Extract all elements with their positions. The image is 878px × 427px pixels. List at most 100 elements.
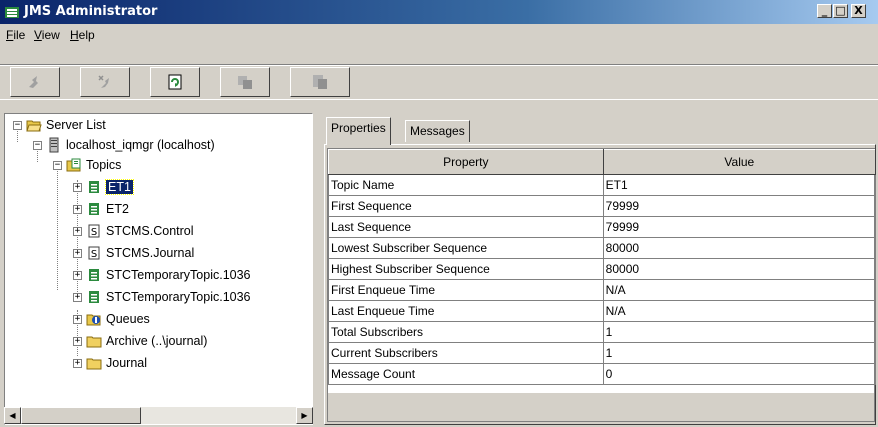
app-icon [5,7,19,18]
tree-node-journal[interactable]: + Journal [73,354,147,372]
tree-node-server[interactable]: − localhost_iqmgr (localhost) [33,136,215,154]
property-name-cell: Topic Name [328,174,604,196]
tree-label: ET2 [106,202,129,216]
server-icon [49,137,59,153]
title-bar: JMS Administrator _ □ X [0,0,878,24]
tree-node-topic-stcms-control[interactable]: + S STCMS.Control [73,222,194,240]
properties-table: Property Value Topic Name ET1 First Sequen… [327,148,877,422]
table-row[interactable]: Last Sequence 79999 [328,216,877,238]
table-row[interactable]: Lowest Subscriber Sequence 80000 [328,237,877,259]
table-header-row: Property Value [328,149,877,175]
tree-node-topics[interactable]: − Topics [53,156,121,174]
tree-node-topic-et2[interactable]: + ET2 [73,200,129,218]
expand-toggle[interactable]: + [73,182,82,192]
svg-text:S: S [91,227,97,238]
tree-node-server-list[interactable]: − Server List [13,116,106,134]
table-row[interactable]: First Enqueue Time N/A [328,279,877,301]
topic-icon [89,291,99,303]
expand-toggle[interactable]: + [73,336,82,346]
window-title: JMS Administrator [24,4,158,19]
tree-node-topic-et1[interactable]: + ET1 [73,178,134,196]
tree-label: Journal [106,356,147,370]
queues-folder-icon [86,314,101,326]
table-row[interactable]: Highest Subscriber Sequence 80000 [328,258,877,280]
connect-button[interactable] [10,67,60,97]
property-value-cell: ET1 [602,174,877,196]
property-value-cell: N/A [602,279,877,301]
expand-toggle[interactable]: + [73,314,82,324]
tab-properties[interactable]: Properties [326,117,391,145]
collapse-toggle[interactable]: − [33,140,42,150]
topic-icon [89,269,99,281]
collapse-toggle[interactable]: − [13,120,22,130]
menu-file[interactable]: File [6,28,25,42]
property-value-cell: 79999 [602,216,877,238]
table-row[interactable]: Last Enqueue Time N/A [328,300,877,322]
copy-button[interactable] [220,67,270,97]
connect-icon [29,76,38,88]
maximize-button[interactable]: □ [833,4,848,18]
tree-horizontal-scrollbar[interactable]: ◀ ▶ [4,407,313,424]
system-topic-icon: S [88,246,100,260]
copy-icon [238,76,252,89]
table-row[interactable]: Message Count 0 [328,363,877,385]
expand-toggle[interactable]: + [73,248,82,258]
tree-label: Queues [106,312,150,326]
property-name-cell: Lowest Subscriber Sequence [328,237,604,259]
table-row[interactable]: Total Subscribers 1 [328,321,877,343]
svg-text:S: S [91,249,97,260]
server-tree[interactable]: − Server List − localhost_iqmgr (localho… [4,113,313,425]
tree-node-archive[interactable]: + Archive (..\journal) [73,332,207,350]
tree-label: STCMS.Journal [106,246,195,260]
expand-toggle[interactable]: + [73,270,82,280]
tab-messages[interactable]: Messages [405,120,470,142]
property-name-cell: First Enqueue Time [328,279,604,301]
property-value-cell: 0 [602,363,877,385]
table-row[interactable]: First Sequence 79999 [328,195,877,217]
tree-label: STCTemporaryTopic.1036 [106,268,251,282]
expand-toggle[interactable]: + [73,292,82,302]
collapse-toggle[interactable]: − [53,160,62,170]
property-name-cell: Last Enqueue Time [328,300,604,322]
expand-toggle[interactable]: + [73,226,82,236]
tree-node-temporary-topic[interactable]: + STCTemporaryTopic.1036 [73,266,251,284]
property-name-cell: Highest Subscriber Sequence [328,258,604,280]
refresh-button[interactable] [150,67,200,97]
scrollbar-thumb[interactable] [21,407,141,424]
tree-node-temporary-topic[interactable]: + STCTemporaryTopic.1036 [73,288,251,306]
table-row[interactable]: Current Subscribers 1 [328,342,877,364]
paste-icon [313,75,327,89]
paste-button[interactable] [290,67,350,97]
property-name-cell: Current Subscribers [328,342,604,364]
tree-label: localhost_iqmgr (localhost) [66,138,215,152]
table-row[interactable]: Topic Name ET1 [328,174,877,196]
menu-help[interactable]: Help [70,28,95,42]
table-empty-area [328,393,874,421]
property-name-cell: Message Count [328,363,604,385]
close-button[interactable]: X [851,4,866,18]
folder-icon [86,358,102,370]
column-header-property[interactable]: Property [328,149,604,175]
property-value-cell: N/A [602,300,877,322]
tree-node-topic-stcms-journal[interactable]: + S STCMS.Journal [73,244,194,262]
toolbar [0,64,878,100]
tree-label: Topics [86,158,122,172]
expand-toggle[interactable]: + [73,358,82,368]
property-value-cell: 80000 [602,237,877,259]
tree-label: Server List [46,118,106,132]
system-topic-icon: S [88,224,100,238]
scroll-left-button[interactable]: ◀ [4,407,21,424]
column-header-value[interactable]: Value [602,149,877,175]
folder-open-icon [26,120,42,132]
property-value-cell: 80000 [602,258,877,280]
tree-node-queues[interactable]: + Queues [73,310,150,328]
expand-toggle[interactable]: + [73,204,82,214]
property-name-cell: First Sequence [328,195,604,217]
property-value-cell: 1 [602,321,877,343]
disconnect-button[interactable] [80,67,130,97]
minimize-button[interactable]: _ [817,4,832,18]
menu-view[interactable]: View [34,28,60,42]
property-value-cell: 79999 [602,195,877,217]
tree-label: STCTemporaryTopic.1036 [106,290,251,304]
scroll-right-button[interactable]: ▶ [296,407,313,424]
